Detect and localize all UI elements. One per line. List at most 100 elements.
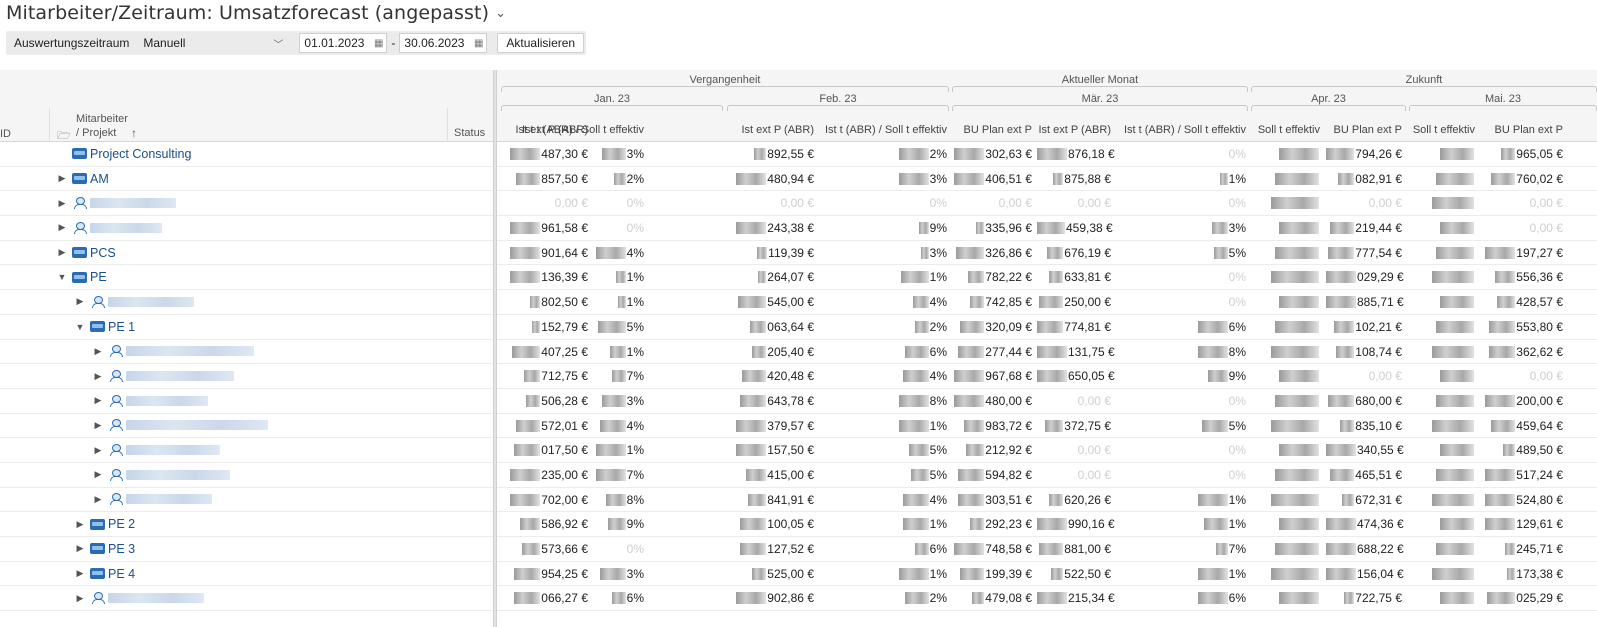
expand-icon[interactable]: ▶: [92, 494, 104, 505]
tree-row[interactable]: ▶: [0, 586, 493, 612]
tree-row[interactable]: ▶: [0, 414, 493, 439]
col-header[interactable]: Ist ext P (ABR): [1037, 124, 1117, 142]
tree-row[interactable]: ▶ PE 4: [0, 562, 493, 587]
tree-row[interactable]: ▶: [0, 364, 493, 389]
expand-icon[interactable]: ▶: [92, 346, 104, 357]
tree-row[interactable]: ▶: [0, 463, 493, 488]
tree-item-label[interactable]: PE 2: [108, 517, 135, 531]
col-header-project[interactable]: / Projekt: [76, 127, 116, 139]
collapse-icon[interactable]: ▼: [56, 272, 68, 282]
col-header[interactable]: BU Plan ext P: [1483, 124, 1569, 142]
col-header-status[interactable]: Status: [454, 127, 485, 139]
table-cell: 0%: [1120, 290, 1252, 314]
expand-icon[interactable]: ▶: [74, 543, 86, 554]
tree-item-label[interactable]: PCS: [90, 246, 116, 260]
redacted-name[interactable]: [126, 494, 212, 505]
table-cell: 3%: [821, 241, 953, 265]
col-header[interactable]: Ist ext P (ABR): [730, 124, 820, 142]
tree-item-label[interactable]: PE: [90, 270, 107, 284]
table-cell: 3%: [500, 142, 650, 166]
redacted-name[interactable]: [126, 445, 220, 456]
expand-icon[interactable]: ▶: [92, 420, 104, 431]
table-cell: 0%: [500, 216, 650, 240]
tree-row[interactable]: ▶ PE 2: [0, 512, 493, 537]
col-header-employee[interactable]: Mitarbeiter: [76, 113, 128, 125]
tree-row[interactable]: ▶ PE 3: [0, 537, 493, 562]
redacted-name[interactable]: [126, 420, 268, 431]
table-cell: 0%: [821, 191, 953, 215]
expand-icon[interactable]: ▶: [92, 445, 104, 456]
table-cell: 243,38 €: [730, 216, 820, 240]
table-cell: [1409, 167, 1481, 191]
expand-icon[interactable]: ▶: [74, 296, 86, 307]
col-header[interactable]: Ist t (ABR) / Soll t effektiv: [1120, 124, 1252, 142]
redacted-value: [898, 419, 929, 432]
sort-ascending-icon[interactable]: ↑: [131, 126, 137, 140]
tree-row[interactable]: ▶: [0, 389, 493, 414]
col-header-id[interactable]: ID: [0, 128, 11, 140]
redacted-name[interactable]: [90, 222, 162, 233]
expand-icon[interactable]: ▶: [92, 469, 104, 480]
redacted-name[interactable]: [126, 395, 208, 406]
redacted-value: [1440, 518, 1474, 531]
expand-icon[interactable]: ▶: [56, 222, 68, 233]
cell-value: 082,91 €: [1355, 171, 1402, 186]
tree-item-label[interactable]: Project Consulting: [90, 147, 191, 161]
expand-icon[interactable]: ▶: [92, 395, 104, 406]
expand-icon[interactable]: ▶: [74, 568, 86, 579]
tree-item-label[interactable]: PE 1: [108, 320, 135, 334]
cell-value: 100,05 €: [767, 517, 814, 532]
tree-item-label[interactable]: AM: [90, 172, 109, 186]
table-cell: 794,26 €: [1326, 142, 1408, 166]
col-header[interactable]: BU Plan ext P: [1326, 124, 1408, 142]
col-header[interactable]: Soll t effektiv: [1409, 124, 1481, 142]
redacted-name[interactable]: [126, 346, 254, 357]
redacted-value: [1049, 493, 1064, 506]
redacted-name[interactable]: [108, 296, 194, 307]
table-cell: [1252, 488, 1326, 512]
redacted-name[interactable]: [90, 198, 176, 209]
tree-item-label[interactable]: PE 4: [108, 567, 135, 581]
redacted-value: [1489, 345, 1516, 358]
calendar-icon[interactable]: ▦: [374, 38, 383, 49]
cell-value: 7%: [626, 467, 644, 482]
tree-row[interactable]: Project Consulting: [0, 142, 493, 167]
col-header[interactable]: Soll t effektiv: [1252, 124, 1326, 142]
cell-value: 0%: [1228, 147, 1246, 161]
tree-row[interactable]: ▼ PE: [0, 265, 493, 291]
collapse-icon[interactable]: ▼: [74, 322, 86, 332]
tree-row[interactable]: ▶: [0, 191, 493, 217]
table-cell: 119,39 €: [730, 241, 820, 265]
col-header[interactable]: Ist t (ABR) / Soll t effektiv: [500, 124, 650, 142]
tree-row[interactable]: ▶ AM: [0, 167, 493, 192]
date-from-field[interactable]: 01.01.2023 ▦: [299, 33, 388, 53]
tree-row[interactable]: ▶: [0, 488, 493, 513]
tree-row[interactable]: ▶ PCS: [0, 241, 493, 266]
tree-row[interactable]: ▼ PE 1: [0, 315, 493, 340]
expand-icon[interactable]: ▶: [74, 519, 86, 530]
period-mode-select[interactable]: Manuell ﹀: [141, 33, 287, 53]
date-to-field[interactable]: 30.06.2023 ▦: [399, 33, 488, 53]
expand-icon[interactable]: ▶: [56, 198, 68, 209]
redacted-name[interactable]: [108, 593, 204, 604]
redacted-name[interactable]: [126, 371, 234, 382]
expand-icon[interactable]: ▶: [56, 247, 68, 258]
calendar-icon[interactable]: ▦: [474, 38, 483, 49]
expand-icon[interactable]: ▶: [92, 371, 104, 382]
table-cell: [1252, 586, 1326, 610]
tree-row[interactable]: ▶: [0, 290, 493, 315]
tree-item-label[interactable]: PE 3: [108, 542, 135, 556]
refresh-button[interactable]: Aktualisieren: [497, 33, 585, 53]
table-cell: 420,48 €: [730, 364, 820, 388]
tree-row[interactable]: ▶: [0, 438, 493, 463]
tree-row[interactable]: ▶: [0, 340, 493, 365]
chevron-down-icon[interactable]: ⌄: [495, 5, 506, 21]
redacted-value: [976, 222, 985, 235]
col-header[interactable]: Ist t (ABR) / Soll t effektiv: [821, 124, 953, 142]
redacted-value: [898, 394, 929, 407]
expand-icon[interactable]: ▶: [56, 173, 68, 184]
expand-icon[interactable]: ▶: [74, 593, 86, 604]
col-header[interactable]: BU Plan ext P: [954, 124, 1038, 142]
redacted-name[interactable]: [126, 469, 230, 480]
tree-row[interactable]: ▶: [0, 216, 493, 241]
